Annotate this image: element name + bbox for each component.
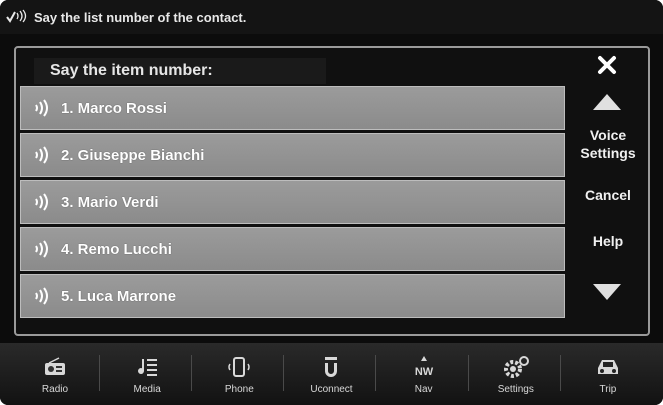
phone-icon — [226, 354, 252, 380]
help-button[interactable]: Help — [572, 232, 644, 250]
nav-label: Nav — [414, 383, 433, 395]
nav-divider — [559, 355, 561, 391]
cancel-button[interactable]: Cancel — [572, 186, 644, 204]
contact-list-item[interactable]: 5. Luca Marrone — [20, 274, 565, 318]
infotainment-screen: Say the list number of the contact. Say … — [0, 0, 663, 405]
nav-label: Media — [133, 383, 161, 395]
voice-prompt-bar: Say the list number of the contact. — [0, 0, 663, 34]
nav-label: Phone — [224, 383, 254, 395]
nav-nav[interactable]: NW Nav — [387, 343, 469, 405]
nav-divider — [467, 355, 469, 391]
voice-recognition-icon — [6, 9, 30, 25]
contact-name: 4. Remo Lucchi — [61, 240, 172, 258]
voice-wave-icon — [21, 99, 61, 117]
contact-list-item[interactable]: 3. Mario Verdi — [20, 180, 565, 224]
nav-divider — [283, 355, 285, 391]
gears-icon — [502, 354, 530, 380]
contact-name: 5. Luca Marrone — [61, 287, 177, 305]
scroll-up-button[interactable] — [590, 90, 624, 114]
contact-name: 2. Giuseppe Bianchi — [61, 146, 205, 164]
radio-icon — [43, 354, 67, 380]
nav-uconnect[interactable]: Uconnect — [294, 343, 377, 405]
scroll-down-button[interactable] — [590, 280, 624, 304]
nav-divider — [375, 355, 377, 391]
contact-list-item[interactable]: 4. Remo Lucchi — [20, 227, 565, 271]
compass-icon: NW — [411, 354, 437, 380]
contact-selection-panel: Say the item number: 1. Marco Rossi 2. G… — [14, 46, 650, 336]
contact-list: 1. Marco Rossi 2. Giuseppe Bianchi 3. Ma… — [20, 86, 565, 321]
voice-settings-button[interactable]: Voice Settings — [572, 126, 644, 162]
compass-heading: NW — [414, 366, 433, 378]
bottom-nav-bar: Radio Media Phone Uconnect NW Nav Settin… — [0, 343, 663, 405]
contact-name: 3. Mario Verdi — [61, 193, 159, 211]
nav-label: Uconnect — [310, 383, 353, 395]
nav-label: Trip — [599, 383, 617, 395]
uconnect-icon — [321, 354, 341, 380]
nav-label: Settings — [497, 383, 534, 395]
triangle-down-icon — [593, 284, 621, 300]
voice-wave-icon — [21, 146, 61, 164]
contact-list-item[interactable]: 2. Giuseppe Bianchi — [20, 133, 565, 177]
media-icon — [135, 354, 159, 380]
nav-phone[interactable]: Phone — [202, 343, 285, 405]
nav-media[interactable]: Media — [110, 343, 193, 405]
nav-label: Radio — [41, 383, 69, 395]
voice-wave-icon — [21, 193, 61, 211]
voice-wave-icon — [21, 287, 61, 305]
close-button[interactable] — [592, 50, 622, 80]
nav-settings[interactable]: Settings — [479, 343, 561, 405]
voice-prompt-text: Say the list number of the contact. — [34, 9, 247, 25]
contact-list-item[interactable]: 1. Marco Rossi — [20, 86, 565, 130]
nav-trip[interactable]: Trip — [571, 343, 645, 405]
voice-wave-icon — [21, 240, 61, 258]
nav-radio[interactable]: Radio — [18, 343, 100, 405]
nav-divider — [99, 355, 100, 391]
panel-header: Say the item number: — [34, 58, 326, 84]
nav-divider — [191, 355, 193, 391]
side-controls: Voice Settings Cancel Help — [570, 48, 644, 334]
contact-name: 1. Marco Rossi — [61, 99, 167, 117]
close-icon — [598, 56, 616, 74]
triangle-up-icon — [593, 94, 621, 110]
car-icon — [595, 354, 621, 380]
